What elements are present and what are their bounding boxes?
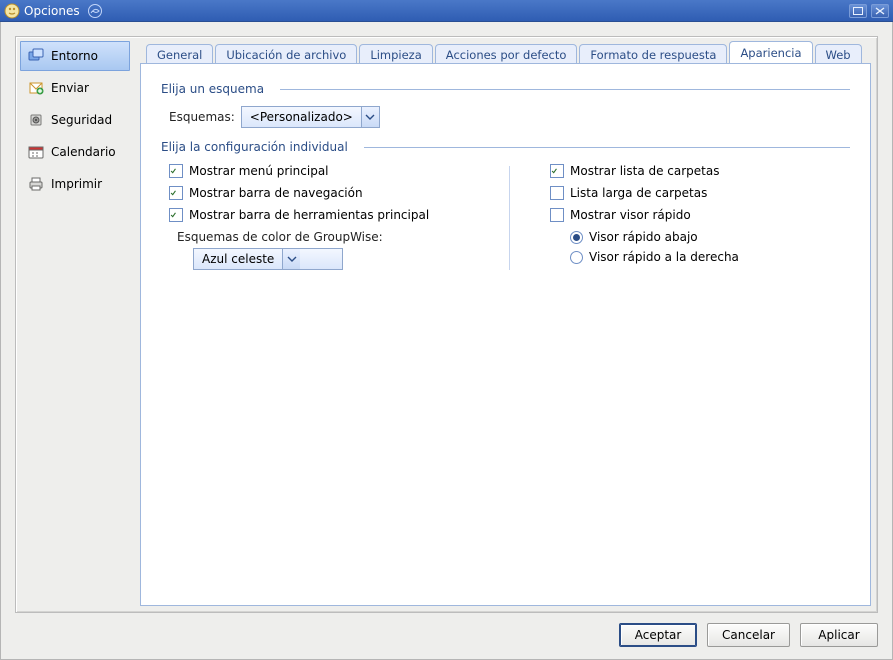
sidebar-item-calendario[interactable]: Calendario — [20, 137, 130, 167]
app-icon — [4, 3, 20, 19]
group-individual-label: Elija la configuración individual — [161, 140, 356, 154]
checkbox-label: Mostrar barra de navegación — [189, 186, 363, 200]
sidebar-item-imprimir[interactable]: Imprimir — [20, 169, 130, 199]
tabstrip: General Ubicación de archivo Limpieza Ac… — [140, 41, 871, 63]
sidebar-item-seguridad[interactable]: Seguridad — [20, 105, 130, 135]
checkbox-label: Mostrar visor rápido — [570, 208, 691, 222]
checkbox-label: Lista larga de carpetas — [570, 186, 707, 200]
tab-limpieza[interactable]: Limpieza — [359, 44, 432, 64]
close-button[interactable] — [871, 4, 889, 18]
window-body: Entorno Enviar — [0, 22, 893, 660]
sidebar-item-enviar[interactable]: Enviar — [20, 73, 130, 103]
tab-apariencia[interactable]: Apariencia — [729, 41, 812, 63]
scheme-dropdown[interactable]: <Personalizado> — [241, 106, 380, 128]
window-title: Opciones — [24, 4, 80, 18]
color-scheme-label: Esquemas de color de GroupWise: — [177, 230, 469, 244]
dialog-buttons: Aceptar Cancelar Aplicar — [15, 623, 878, 647]
checkbox-show-nav-bar[interactable] — [169, 186, 183, 200]
calendar-icon — [27, 143, 45, 161]
radio-quick-viewer-right[interactable] — [570, 251, 583, 264]
sidebar-item-entorno[interactable]: Entorno — [20, 41, 130, 71]
dropdown-arrow-icon — [282, 249, 300, 269]
print-icon — [27, 175, 45, 193]
group-individual: Elija la configuración individual Mostra… — [161, 140, 850, 278]
tab-general[interactable]: General — [146, 44, 213, 64]
checkbox-show-main-toolbar[interactable] — [169, 208, 183, 222]
group-divider — [280, 89, 850, 90]
scheme-dropdown-value: <Personalizado> — [242, 110, 361, 124]
group-scheme-label: Elija un esquema — [161, 82, 272, 96]
main-frame: Entorno Enviar — [15, 36, 878, 613]
sidebar-item-label: Entorno — [51, 49, 98, 63]
color-scheme-dropdown[interactable]: Azul celeste — [193, 248, 343, 270]
radio-label: Visor rápido abajo — [589, 230, 698, 244]
sidebar-item-label: Enviar — [51, 81, 89, 95]
title-decor-icon — [86, 2, 104, 20]
ok-button[interactable]: Aceptar — [619, 623, 697, 647]
sidebar-item-label: Calendario — [51, 145, 116, 159]
color-scheme-value: Azul celeste — [194, 252, 282, 266]
content-area: General Ubicación de archivo Limpieza Ac… — [134, 37, 877, 612]
checkbox-label: Mostrar lista de carpetas — [570, 164, 720, 178]
checkbox-long-folder-list[interactable] — [550, 186, 564, 200]
tab-formato-respuesta[interactable]: Formato de respuesta — [579, 44, 727, 64]
scheme-label: Esquemas: — [169, 110, 235, 124]
tab-panel-apariencia: Elija un esquema Esquemas: <Personalizad… — [140, 63, 871, 606]
individual-right-col: Mostrar lista de carpetas Lista larga de… — [550, 164, 850, 278]
sidebar: Entorno Enviar — [16, 37, 134, 612]
group-scheme: Elija un esquema Esquemas: <Personalizad… — [161, 82, 850, 128]
tab-ubicacion-archivo[interactable]: Ubicación de archivo — [215, 44, 357, 64]
checkbox-label: Mostrar barra de herramientas principal — [189, 208, 429, 222]
group-divider — [364, 147, 850, 148]
dropdown-arrow-icon — [361, 107, 379, 127]
column-divider — [509, 166, 510, 270]
sidebar-item-label: Seguridad — [51, 113, 112, 127]
checkbox-show-main-menu[interactable] — [169, 164, 183, 178]
cancel-button[interactable]: Cancelar — [707, 623, 790, 647]
apply-button[interactable]: Aplicar — [800, 623, 878, 647]
checkbox-show-folder-list[interactable] — [550, 164, 564, 178]
sidebar-item-label: Imprimir — [51, 177, 102, 191]
radio-quick-viewer-below[interactable] — [570, 231, 583, 244]
send-icon — [27, 79, 45, 97]
security-icon — [27, 111, 45, 129]
environment-icon — [27, 47, 45, 65]
titlebar: Opciones — [0, 0, 893, 22]
checkbox-label: Mostrar menú principal — [189, 164, 329, 178]
tab-web[interactable]: Web — [815, 44, 862, 64]
maximize-button[interactable] — [849, 4, 867, 18]
radio-label: Visor rápido a la derecha — [589, 250, 739, 264]
tab-acciones-defecto[interactable]: Acciones por defecto — [435, 44, 578, 64]
checkbox-show-quick-viewer[interactable] — [550, 208, 564, 222]
individual-left-col: Mostrar menú principal Mostrar barra de … — [169, 164, 469, 278]
